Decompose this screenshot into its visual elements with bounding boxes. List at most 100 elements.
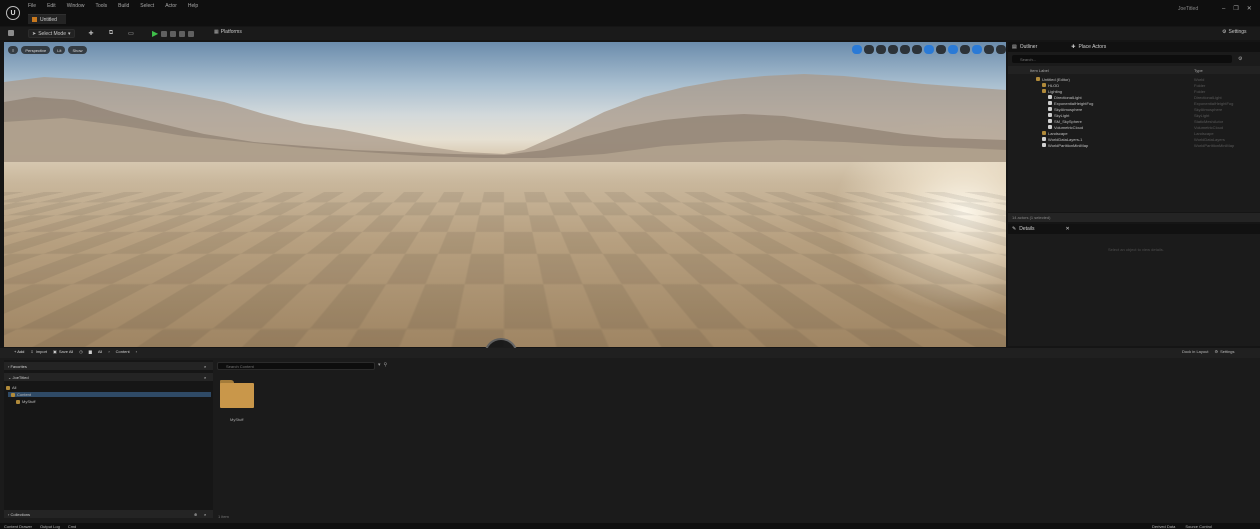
tab-outliner[interactable]: ▤ Outliner [1012,44,1037,50]
viewport-options-button[interactable]: ≡ [8,46,19,54]
menu-window[interactable]: Window [67,3,85,9]
outliner-row-type: StaticMeshActor [1194,118,1224,124]
platforms-icon: ▦ [214,29,219,35]
select-tool-icon[interactable] [852,45,862,54]
outliner-row-label: SkyAtmosphere [1054,106,1083,112]
outliner-row-label: Lighting [1048,88,1063,94]
unreal-logo-icon[interactable]: U [6,6,20,20]
filter-icon[interactable]: ⚲ [384,362,388,368]
show-button[interactable]: Show [68,46,87,54]
camera-speed-icon[interactable] [984,45,994,54]
path-separator-icon: › [108,349,110,354]
path-all[interactable]: All [98,349,102,354]
rotation-size-icon[interactable] [960,45,970,54]
dock-in-layout-button[interactable]: Dock in Layout [1182,349,1208,354]
outliner-row-label: WorldDataLayers-1 [1048,136,1083,142]
save-icon[interactable] [8,30,14,36]
rotate-tool-icon[interactable] [876,45,886,54]
play-icon[interactable]: ▶ [152,29,158,38]
content-filters: ▾ ⚲ [378,362,387,368]
close-tab-icon[interactable]: ✕ [1066,226,1070,232]
add-actor-icon[interactable]: ✚ [84,29,98,38]
coordinate-space-icon[interactable] [900,45,910,54]
collections-section[interactable]: › Collections ⊕ ⌕ [4,510,213,518]
menu-tools[interactable]: Tools [95,3,107,9]
folder-tile[interactable] [220,380,254,408]
status-right: Derived Data Source Control [1152,524,1212,529]
outliner-filter-icon[interactable]: ⚙ [1238,56,1242,62]
folder-tree: All Content MyStuff [6,384,36,405]
status-bar [0,523,1260,529]
pause-icon[interactable] [170,30,177,37]
add-button[interactable]: + Add [14,349,24,354]
grid-snap-icon[interactable] [924,45,934,54]
folder-icon [1042,89,1046,93]
light-icon [1048,101,1052,105]
tab-details[interactable]: ✎ Details ✕ [1012,226,1070,232]
tree-item-all[interactable]: All [6,384,36,391]
minimize-icon[interactable]: – [1222,6,1225,12]
search-icon[interactable]: ⌕ [204,512,206,517]
search-icon[interactable]: ⌕ [204,364,206,369]
tree-item-mystuff[interactable]: MyStuff [6,398,36,405]
source-control-button[interactable]: Source Control [1185,524,1212,529]
import-button[interactable]: ⇩ Import [30,349,47,354]
content-drawer-button[interactable]: Content Drawer [4,524,32,529]
lit-button[interactable]: Lit [53,46,66,54]
derived-data-button[interactable]: Derived Data [1152,524,1175,529]
save-all-button[interactable]: ▣ Save All [53,349,73,354]
search-icon[interactable]: ⌕ [204,375,206,380]
scale-tool-icon[interactable] [888,45,898,54]
rotation-snap-icon[interactable] [948,45,958,54]
outliner-row[interactable]: WorldPartitionMiniMap WorldPartitionMiniM… [1008,142,1260,148]
stop-icon[interactable] [179,30,186,37]
maximize-icon[interactable]: ❐ [1233,5,1238,12]
menu-file[interactable]: File [28,3,36,9]
perspective-label: Perspective [25,47,47,53]
content-settings-button[interactable]: ⚙ Settings [1214,349,1234,354]
folder-tile-label: MyStuff [230,417,244,422]
menu-select[interactable]: Select [140,3,154,9]
outliner-tree: Untitled (Editor) World HLOD Folder Lighting… [1008,76,1260,148]
tab-place-actors[interactable]: ✚ Place Actors [1071,44,1106,50]
cmd-button[interactable]: Cmd [68,524,76,529]
project-tab[interactable]: Untitled [28,14,66,24]
add-collection-icon[interactable]: ⊕ [194,512,197,517]
surface-snap-icon[interactable] [912,45,922,54]
project-section[interactable]: ⌄ JoeTitled ⌕ [4,373,213,381]
menu-edit[interactable]: Edit [47,3,56,9]
outliner-row-type: Folder [1194,82,1206,88]
favorites-section[interactable]: › Favorites ⌕ [4,362,213,370]
platforms-button[interactable]: ▦ Platforms [214,29,242,35]
path-content[interactable]: Content [116,349,130,354]
scale-snap-icon[interactable] [972,45,982,54]
tree-item-content[interactable]: Content [6,391,36,398]
settings-button[interactable]: ⚙ Settings [1222,29,1247,35]
blueprint-icon[interactable]: ⧉ [104,29,118,38]
select-mode-button[interactable]: ➤ Select Mode ▾ [28,29,75,38]
cinematics-icon[interactable]: ▭ [124,29,138,38]
details-empty-message: Select an object to view details. [1108,247,1164,252]
light-icon [1048,95,1052,99]
menu-help[interactable]: Help [188,3,198,9]
outliner-search-input[interactable] [1012,55,1232,63]
play-options-icon[interactable] [161,30,168,37]
output-log-button[interactable]: Output Log [40,524,60,529]
maximize-viewport-icon[interactable] [996,45,1006,54]
col-item-label[interactable]: Item Label [1030,68,1049,73]
eject-icon[interactable] [188,30,195,37]
close-icon[interactable]: ✕ [1247,5,1252,12]
content-search-input[interactable] [217,362,375,370]
history-icon[interactable]: ◷ [79,349,83,354]
grid-size-icon[interactable] [936,45,946,54]
platforms-label: Platforms [220,29,242,35]
level-viewport[interactable] [4,42,1006,347]
translate-tool-icon[interactable] [864,45,874,54]
show-label: Show [72,47,83,53]
outliner-row-label: DirectionalLight [1054,94,1082,100]
perspective-button[interactable]: Perspective [21,46,51,54]
col-type[interactable]: Type [1194,68,1203,73]
menu-actor[interactable]: Actor [165,3,177,9]
save-search-icon[interactable]: ▾ [378,362,381,368]
menu-build[interactable]: Build [118,3,129,9]
